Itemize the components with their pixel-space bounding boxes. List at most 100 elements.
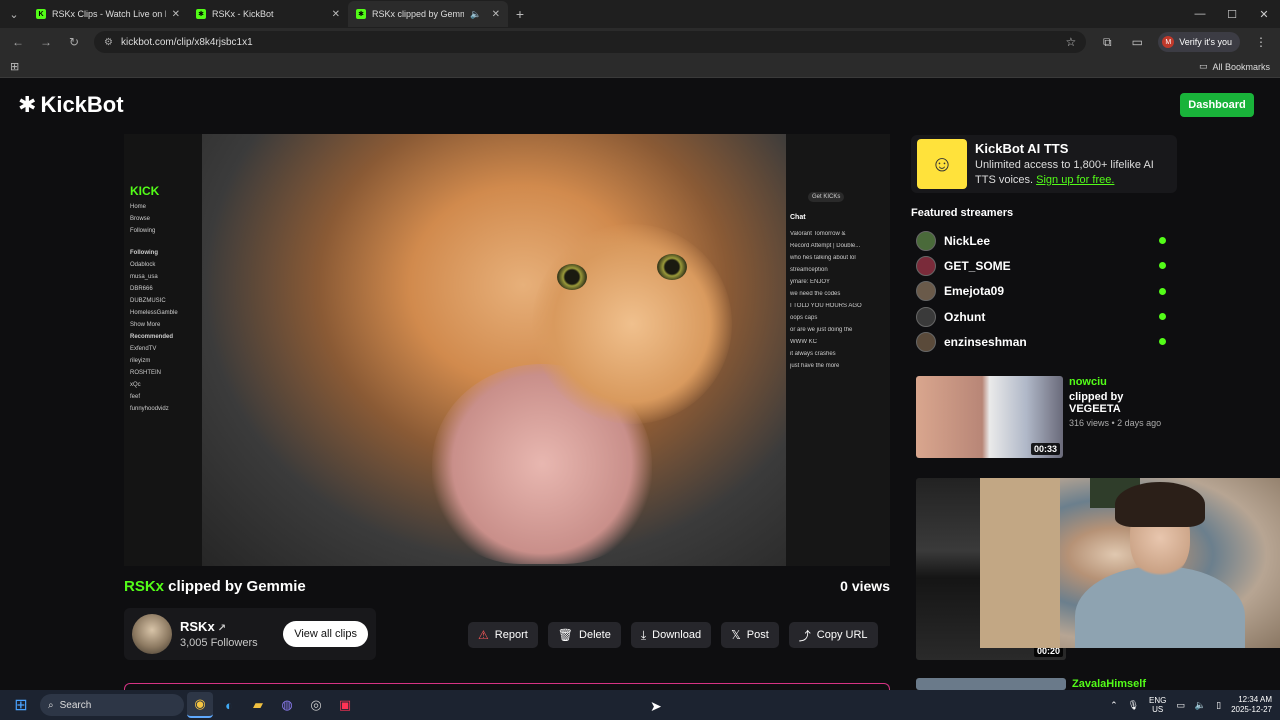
download-button[interactable]: ⤓ Download (630, 622, 712, 648)
network-icon[interactable]: ▭ (1176, 700, 1185, 711)
system-clock[interactable]: 12:34 AM 2025-12-27 (1231, 695, 1272, 715)
side-clip-card[interactable]: 00:33 nowciu clipped by VEGEETA 316 view… (916, 376, 1176, 458)
cast-icon[interactable]: ▭ (1128, 35, 1146, 49)
clip-thumbnail[interactable] (916, 678, 1066, 690)
volume-icon[interactable]: 🔈 (1195, 700, 1206, 711)
post-button[interactable]: 𝕏 Post (721, 622, 779, 648)
clip-video-player[interactable]: KICK Home Browse Following Following Oda… (124, 134, 890, 566)
streamer-avatar (916, 255, 936, 276)
minimize-icon[interactable]: — (1184, 0, 1216, 28)
featured-streamers-list: NickLee GET_SOME Emejota09 Ozhunt enzins… (916, 228, 1166, 354)
edge-icon[interactable]: ◐ (216, 692, 242, 718)
close-icon[interactable]: ✕ (492, 9, 500, 20)
tab-title: RSKx clipped by Gemmie (372, 9, 465, 19)
channel-avatar[interactable] (132, 614, 172, 654)
streamer-item[interactable]: NickLee (916, 228, 1166, 253)
more-menu-icon[interactable]: ⋮ (1252, 35, 1270, 49)
maximize-icon[interactable]: ☐ (1216, 0, 1248, 28)
chevron-up-icon[interactable]: ⌃ (1110, 700, 1118, 711)
all-bookmarks-button[interactable]: ▭ All Bookmarks (1199, 61, 1270, 72)
new-tab-button[interactable]: + (508, 2, 532, 26)
chat-line: ymare: ENJOY (790, 279, 831, 285)
clip-duration: 00:33 (1030, 443, 1060, 455)
video-recommended-item: funnyhoodvidz (130, 406, 169, 412)
tab-search-icon[interactable]: ⌄ (0, 0, 28, 28)
delete-button[interactable]: 🗑 Delete (547, 622, 621, 648)
video-nav-browse: Browse (130, 216, 151, 222)
url-field[interactable]: ⚙ kickbot.com/clip/x8k4rjsbc1x1 ☆ (94, 31, 1087, 53)
view-all-clips-button[interactable]: View all clips (283, 621, 368, 647)
clip-streamer-link[interactable]: RSKx (124, 578, 164, 595)
reload-icon[interactable]: ↻ (66, 35, 82, 49)
microphone-icon[interactable]: 🎙 (1128, 700, 1139, 711)
dashboard-button[interactable]: Dashboard (1180, 93, 1254, 117)
chrome-icon[interactable]: ◉ (187, 692, 213, 718)
streamer-item[interactable]: Emejota09 (916, 279, 1166, 304)
background-cabinet (980, 478, 1060, 648)
cat-eye-right (657, 254, 687, 280)
chat-line: who hes talking about lol (790, 255, 856, 261)
back-arrow-icon[interactable]: ← (10, 35, 26, 49)
tab-rskx-kickbot[interactable]: ✱ RSKx - KickBot ✕ (188, 1, 348, 27)
taskbar-search[interactable]: ⌕ Search (40, 694, 184, 716)
video-following-item: Odablock (130, 262, 156, 268)
speaker-icon[interactable]: 🔈 (470, 9, 481, 20)
chat-line: just have the more (790, 363, 840, 369)
video-nav-following: Following (130, 228, 156, 234)
tts-description: Unlimited access to 1,800+ lifelike AI T… (975, 158, 1171, 188)
video-recommended-item: rileyizm (130, 358, 151, 364)
video-recommended-item: ExfendTV (130, 346, 157, 352)
kickbot-asterisk-icon: ✱ (18, 92, 37, 117)
copy-url-button[interactable]: ⤴ Copy URL (788, 622, 878, 648)
hair-shape (1115, 482, 1205, 527)
kickbot-logo[interactable]: ✱ KickBot (18, 92, 124, 118)
battery-icon[interactable]: ▯ (1216, 700, 1221, 711)
clip-view-count: 0 views (840, 578, 890, 594)
side-clip-streamer[interactable]: ZavalaHimself (1072, 678, 1146, 690)
channel-name: RSKx (180, 619, 215, 634)
close-icon[interactable]: ✕ (332, 9, 340, 20)
channel-name-link[interactable]: RSKx ↗ (180, 619, 258, 634)
streamer-item[interactable]: GET_SOME (916, 253, 1166, 278)
tab-clip-active[interactable]: ✱ RSKx clipped by Gemmie 🔈 ✕ (348, 1, 508, 27)
streamer-item[interactable]: Ozhunt (916, 304, 1166, 329)
video-recommended-item: xQc (130, 382, 141, 388)
tab-rskx-clips[interactable]: K RSKx Clips - Watch Live on Kick ✕ (28, 1, 188, 27)
trash-icon: 🗑 (557, 628, 574, 642)
browser-tab-bar: ⌄ K RSKx Clips - Watch Live on Kick ✕ ✱ … (0, 0, 1280, 28)
streamer-item[interactable]: enzinseshman (916, 329, 1166, 354)
windows-start-icon[interactable]: ⊞ (8, 692, 34, 718)
tts-signup-link[interactable]: Sign up for free. (1036, 174, 1114, 186)
video-recommended-item: feef (130, 394, 141, 400)
channel-followers: 3,005 Followers (180, 637, 258, 649)
extensions-icon[interactable]: ⧉ (1098, 35, 1116, 50)
download-label: Download (652, 629, 702, 641)
profile-button[interactable]: M Verify it's you (1158, 32, 1240, 52)
tts-promo-card[interactable]: ☺ KickBot AI TTS Unlimited access to 1,8… (911, 135, 1177, 193)
forward-arrow-icon[interactable]: → (38, 35, 54, 49)
chat-line: oops caps (790, 315, 818, 321)
media-app-icon[interactable]: ▣ (332, 692, 358, 718)
streamer-avatar (916, 281, 936, 302)
hoodie-shape (1075, 566, 1245, 648)
obs-icon[interactable]: ◎ (303, 692, 329, 718)
featured-streamers-heading: Featured streamers (911, 207, 1014, 219)
windows-taskbar: ⊞ ⌕ Search ◉ ◐ ▰ ◍ ◎ ▣ ⌃ 🎙 ENG US ▭ 🔈 ▯ … (0, 690, 1280, 720)
bookmark-star-icon[interactable]: ☆ (1065, 35, 1076, 49)
clip-thumbnail[interactable]: 00:33 (916, 376, 1063, 458)
close-icon[interactable]: ✕ (172, 9, 180, 20)
site-info-icon[interactable]: ⚙ (104, 37, 113, 48)
side-clip-streamer[interactable]: nowciu (1069, 376, 1176, 388)
close-window-icon[interactable]: ✕ (1248, 0, 1280, 28)
report-button[interactable]: ⚠ Report (468, 622, 538, 648)
file-explorer-icon[interactable]: ▰ (245, 692, 271, 718)
report-label: Report (494, 629, 528, 641)
discord-icon[interactable]: ◍ (274, 692, 300, 718)
side-clip-card[interactable]: ZavalaHimself (916, 678, 1176, 690)
apps-grid-icon[interactable]: ⊞ (10, 60, 19, 73)
language-indicator[interactable]: ENG US (1149, 696, 1166, 714)
download-icon: ⤓ (640, 627, 647, 642)
streamer-name: enzinseshman (944, 334, 1027, 349)
search-icon: ⌕ (48, 699, 54, 711)
video-chat-panel: Get KICKs Chat Valorant Tomorrow & Recor… (786, 134, 890, 566)
